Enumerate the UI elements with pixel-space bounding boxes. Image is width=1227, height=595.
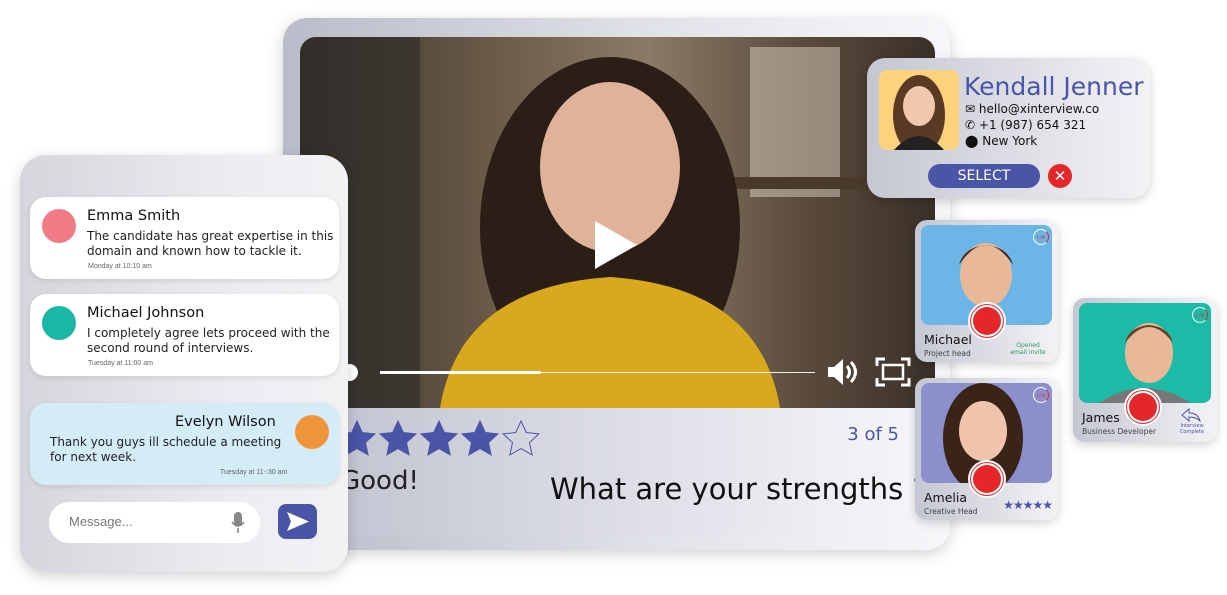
- record-button[interactable]: [1124, 388, 1162, 426]
- question-text: What are your strengths ?: [550, 472, 928, 506]
- star-filled-icon[interactable]: [420, 420, 458, 458]
- star-filled-icon: ★: [1003, 498, 1014, 512]
- profile-photo: [879, 70, 959, 150]
- candidate-status: Opened email invite: [1010, 342, 1046, 356]
- candidate-name: James: [1082, 410, 1120, 425]
- chat-panel: Emma Smith The candidate has great exper…: [20, 155, 348, 572]
- profile-location: New York: [982, 134, 1038, 148]
- send-icon: [287, 512, 309, 531]
- candidate-role: Project head: [924, 349, 971, 358]
- star-filled-icon: ★: [1012, 498, 1024, 512]
- star-filled-icon: ★: [1042, 498, 1053, 512]
- message-input[interactable]: Message...: [49, 502, 260, 543]
- candidate-role: Creative Head: [924, 507, 978, 516]
- email-row: ✉ hello@xinterview.co: [965, 101, 1099, 117]
- message-text: Thank you guys ill schedule a meeting fo…: [50, 435, 282, 464]
- reject-button[interactable]: ✕: [1048, 164, 1072, 188]
- message-time: Tuesday at 11:00 am: [88, 360, 153, 367]
- profile-email: hello@xinterview.co: [978, 102, 1100, 116]
- candidate-name: Amelia: [924, 490, 968, 505]
- candidate-name: Michael: [924, 332, 972, 347]
- candidate-profile-card: Kendall Jenner ✉ hello@xinterview.co ✆ +…: [867, 58, 1150, 198]
- sender-name: Michael Johnson: [87, 305, 205, 321]
- star-empty-icon[interactable]: [502, 420, 540, 458]
- record-button[interactable]: [967, 460, 1006, 498]
- candidate-card[interactable]: 1:00 Michael Project head Opened email i…: [915, 220, 1058, 362]
- fullscreen-icon[interactable]: [875, 357, 911, 387]
- sender-name: Emma Smith: [87, 208, 181, 224]
- timer: 1:00: [1192, 307, 1208, 323]
- message-time: Tuesday at 11-:30 am: [220, 469, 288, 476]
- message-placeholder: Message...: [69, 514, 133, 529]
- profile-name: Kendall Jenner: [964, 72, 1144, 101]
- location-row: ⬤ New York: [965, 133, 1099, 149]
- avatar: [42, 209, 76, 243]
- seek-progress: [380, 371, 541, 374]
- sender-name: Evelyn Wilson: [175, 414, 276, 430]
- star-filled-icon: ★: [1032, 498, 1043, 512]
- message-text: The candidate has great expertise in thi…: [87, 229, 334, 258]
- record-button[interactable]: [967, 302, 1006, 340]
- candidate-role: Business Developer: [1082, 427, 1157, 436]
- send-button[interactable]: [278, 504, 317, 539]
- phone-icon: ✆: [965, 118, 976, 132]
- microphone-icon[interactable]: [231, 512, 245, 534]
- candidate-status: Interview Complete: [1179, 423, 1205, 435]
- candidate-card[interactable]: 1:00 James Business Developer Interview …: [1073, 298, 1217, 442]
- rating-label: Good!: [340, 466, 419, 496]
- message-text: I completely agree lets proceed with the…: [87, 326, 330, 355]
- star-filled-icon: ★: [1022, 498, 1034, 512]
- mail-icon: ✉: [965, 102, 976, 116]
- play-icon[interactable]: [593, 219, 639, 271]
- question-counter: 3 of 5: [847, 424, 899, 445]
- avatar: [295, 415, 329, 449]
- timer: 1:00: [1033, 229, 1049, 245]
- message-time: Monday at 10:10 am: [88, 263, 152, 270]
- location-pin-icon: ⬤: [965, 134, 979, 148]
- phone-row: ✆ +1 (987) 654 321: [965, 117, 1099, 133]
- star-filled-icon[interactable]: [379, 420, 417, 458]
- chat-message: Michael Johnson I completely agree lets …: [30, 294, 339, 376]
- close-icon: ✕: [1053, 167, 1067, 185]
- profile-phone: +1 (987) 654 321: [978, 118, 1087, 132]
- timer: 1:00: [1033, 387, 1049, 403]
- candidate-card[interactable]: 1:00 Amelia Creative Head ★★★★★: [915, 378, 1058, 520]
- volume-icon[interactable]: [826, 357, 862, 387]
- chat-message: Emma Smith The candidate has great exper…: [30, 197, 339, 279]
- question-panel: Good! 3 of 5 What are your strengths ?: [300, 408, 935, 535]
- reply-icon: [1181, 408, 1201, 422]
- star-filled-icon[interactable]: [461, 420, 499, 458]
- avatar: [42, 306, 76, 340]
- rating-stars[interactable]: [338, 420, 540, 458]
- select-button[interactable]: SELECT: [928, 164, 1040, 188]
- video-player[interactable]: [300, 37, 935, 408]
- chat-message-own: Evelyn Wilson Thank you guys ill schedul…: [30, 403, 339, 485]
- candidate-rating: ★★★★★: [1003, 498, 1053, 512]
